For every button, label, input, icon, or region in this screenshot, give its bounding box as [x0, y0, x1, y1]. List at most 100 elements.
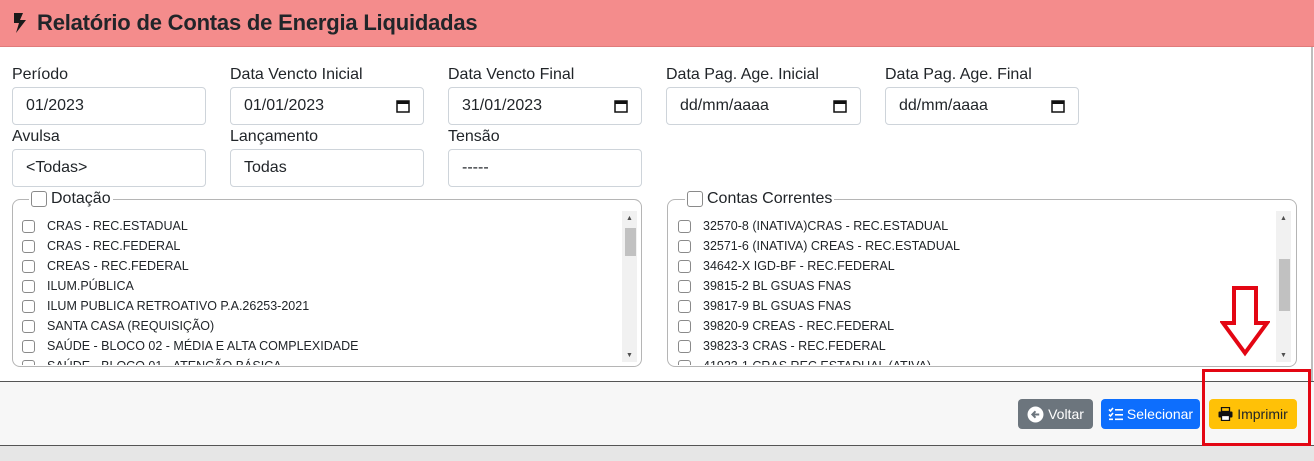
selecionar-label: Selecionar [1126, 406, 1194, 422]
panel-border [1311, 47, 1313, 381]
periodo-value: 01/2023 [26, 97, 84, 114]
lancamento-label: Lançamento [230, 128, 319, 145]
list-item-label: 41923-1 CRAS REC.ESTADUAL (ATIVA) [703, 359, 931, 365]
annotation-down-arrow-icon [1220, 286, 1270, 357]
selecionar-button[interactable]: Selecionar [1101, 399, 1200, 429]
list-item[interactable]: 39815-2 BL GSUAS FNAS [678, 276, 1274, 296]
list-item-checkbox[interactable] [678, 299, 691, 313]
vencto-inicial-input[interactable]: 01/01/2023 [230, 87, 424, 125]
list-item-label: ILUM PUBLICA RETROATIVO P.A.26253-2021 [47, 299, 310, 313]
contas-select-all-checkbox[interactable] [687, 191, 703, 207]
pag-inicial-label: Data Pag. Age. Inicial [666, 66, 819, 83]
list-item-checkbox[interactable] [678, 359, 691, 365]
vencto-final-label: Data Vencto Final [448, 66, 575, 83]
list-item-label: 39823-3 CRAS - REC.FEDERAL [703, 339, 886, 353]
list-item-checkbox[interactable] [22, 319, 35, 333]
contas-legend: Contas Correntes [685, 190, 835, 208]
pag-final-input[interactable]: dd/mm/aaaa [885, 87, 1079, 125]
list-item[interactable]: SAÚDE - BLOCO 02 - MÉDIA E ALTA COMPLEXI… [22, 336, 620, 356]
periodo-input[interactable]: 01/2023 [12, 87, 206, 125]
list-item-label: CREAS - REC.FEDERAL [47, 259, 189, 273]
annotation-highlight-box [1202, 369, 1311, 446]
lancamento-select[interactable]: Todas [230, 149, 424, 187]
list-item-checkbox[interactable] [678, 239, 691, 253]
list-item-checkbox[interactable] [22, 259, 35, 273]
list-item[interactable]: 39817-9 BL GSUAS FNAS [678, 296, 1274, 316]
list-item-checkbox[interactable] [22, 299, 35, 313]
scroll-down-icon[interactable]: ▼ [1276, 348, 1291, 362]
list-item[interactable]: 32571-6 (INATIVA) CREAS - REC.ESTADUAL [678, 236, 1274, 256]
list-item-checkbox[interactable] [678, 339, 691, 353]
pag-final-label: Data Pag. Age. Final [885, 66, 1032, 83]
dotacao-select-all-checkbox[interactable] [31, 191, 47, 207]
list-item-checkbox[interactable] [678, 279, 691, 293]
list-item-label: 39815-2 BL GSUAS FNAS [703, 279, 852, 293]
avulsa-value: <Todas> [26, 159, 88, 176]
list-item-checkbox[interactable] [22, 359, 35, 365]
list-item[interactable]: CRAS - REC.FEDERAL [22, 236, 620, 256]
list-item[interactable]: 41923-1 CRAS REC.ESTADUAL (ATIVA) [678, 356, 1274, 365]
list-item-checkbox[interactable] [22, 239, 35, 253]
voltar-button[interactable]: Voltar [1018, 399, 1093, 429]
arrow-left-circle-icon [1027, 406, 1044, 422]
list-item-checkbox[interactable] [22, 279, 35, 293]
dotacao-scroll-thumb[interactable] [625, 228, 636, 256]
list-item[interactable]: CRAS - REC.ESTADUAL [22, 216, 620, 236]
scroll-down-icon[interactable]: ▼ [622, 348, 637, 362]
contas-list[interactable]: 32570-8 (INATIVA)CRAS - REC.ESTADUAL 3257… [678, 216, 1274, 365]
bolt-icon [14, 13, 26, 33]
dotacao-scrollbar[interactable]: ▲ ▼ [622, 211, 637, 362]
tensao-label: Tensão [448, 128, 500, 145]
list-item[interactable]: 34642-X IGD-BF - REC.FEDERAL [678, 256, 1274, 276]
contas-scroll-thumb[interactable] [1279, 259, 1290, 311]
list-item[interactable]: ILUM.PÚBLICA [22, 276, 620, 296]
bottom-strip [0, 446, 1314, 461]
calendar-icon[interactable] [396, 99, 410, 113]
list-item[interactable]: 32570-8 (INATIVA)CRAS - REC.ESTADUAL [678, 216, 1274, 236]
voltar-label: Voltar [1048, 406, 1084, 422]
list-item[interactable]: SAÚDE - BLOCO 01 - ATENÇÃO BÁSICA [22, 356, 620, 365]
list-item-checkbox[interactable] [678, 259, 691, 273]
calendar-icon[interactable] [1051, 99, 1065, 113]
dotacao-legend: Dotação [29, 190, 113, 208]
avulsa-label: Avulsa [12, 128, 60, 145]
dotacao-legend-label: Dotação [51, 190, 111, 207]
calendar-icon[interactable] [833, 99, 847, 113]
tensao-select[interactable]: ----- [448, 149, 642, 187]
page-header: Relatório de Contas de Energia Liquidada… [0, 0, 1314, 47]
list-item-checkbox[interactable] [678, 319, 691, 333]
vencto-inicial-label: Data Vencto Inicial [230, 66, 363, 83]
list-item-label: 39817-9 BL GSUAS FNAS [703, 299, 852, 313]
report-page: Relatório de Contas de Energia Liquidada… [0, 0, 1314, 461]
list-item-label: CRAS - REC.FEDERAL [47, 239, 181, 253]
contas-scrollbar[interactable]: ▲ ▼ [1276, 211, 1291, 362]
pag-inicial-value: dd/mm/aaaa [680, 97, 769, 114]
list-item-checkbox[interactable] [678, 219, 691, 233]
pag-inicial-input[interactable]: dd/mm/aaaa [666, 87, 861, 125]
list-item[interactable]: 39823-3 CRAS - REC.FEDERAL [678, 336, 1274, 356]
vencto-final-value: 31/01/2023 [462, 97, 543, 114]
scroll-up-icon[interactable]: ▲ [1276, 211, 1291, 225]
avulsa-select[interactable]: <Todas> [12, 149, 206, 187]
scroll-up-icon[interactable]: ▲ [622, 211, 637, 225]
list-item[interactable]: CREAS - REC.FEDERAL [22, 256, 620, 276]
list-check-icon [1108, 407, 1123, 421]
list-item-label: 39820-9 CREAS - REC.FEDERAL [703, 319, 895, 333]
list-item[interactable]: ILUM PUBLICA RETROATIVO P.A.26253-2021 [22, 296, 620, 316]
vencto-final-input[interactable]: 31/01/2023 [448, 87, 642, 125]
list-item-label: SAÚDE - BLOCO 01 - ATENÇÃO BÁSICA [47, 359, 282, 365]
list-item-label: 34642-X IGD-BF - REC.FEDERAL [703, 259, 895, 273]
list-item-label: SANTA CASA (REQUISIÇÃO) [47, 319, 215, 333]
list-item-label: 32571-6 (INATIVA) CREAS - REC.ESTADUAL [703, 239, 961, 253]
tensao-value: ----- [462, 159, 489, 176]
vencto-inicial-value: 01/01/2023 [244, 97, 325, 114]
calendar-icon[interactable] [614, 99, 628, 113]
list-item-label: CRAS - REC.ESTADUAL [47, 219, 188, 233]
dotacao-list[interactable]: CRAS - REC.ESTADUAL CRAS - REC.FEDERAL CRE… [22, 216, 620, 365]
list-item-checkbox[interactable] [22, 219, 35, 233]
list-item[interactable]: 39820-9 CREAS - REC.FEDERAL [678, 316, 1274, 336]
list-item[interactable]: SANTA CASA (REQUISIÇÃO) [22, 316, 620, 336]
contas-legend-label: Contas Correntes [707, 190, 833, 207]
list-item-checkbox[interactable] [22, 339, 35, 353]
list-item-label: SAÚDE - BLOCO 02 - MÉDIA E ALTA COMPLEXI… [47, 339, 359, 353]
